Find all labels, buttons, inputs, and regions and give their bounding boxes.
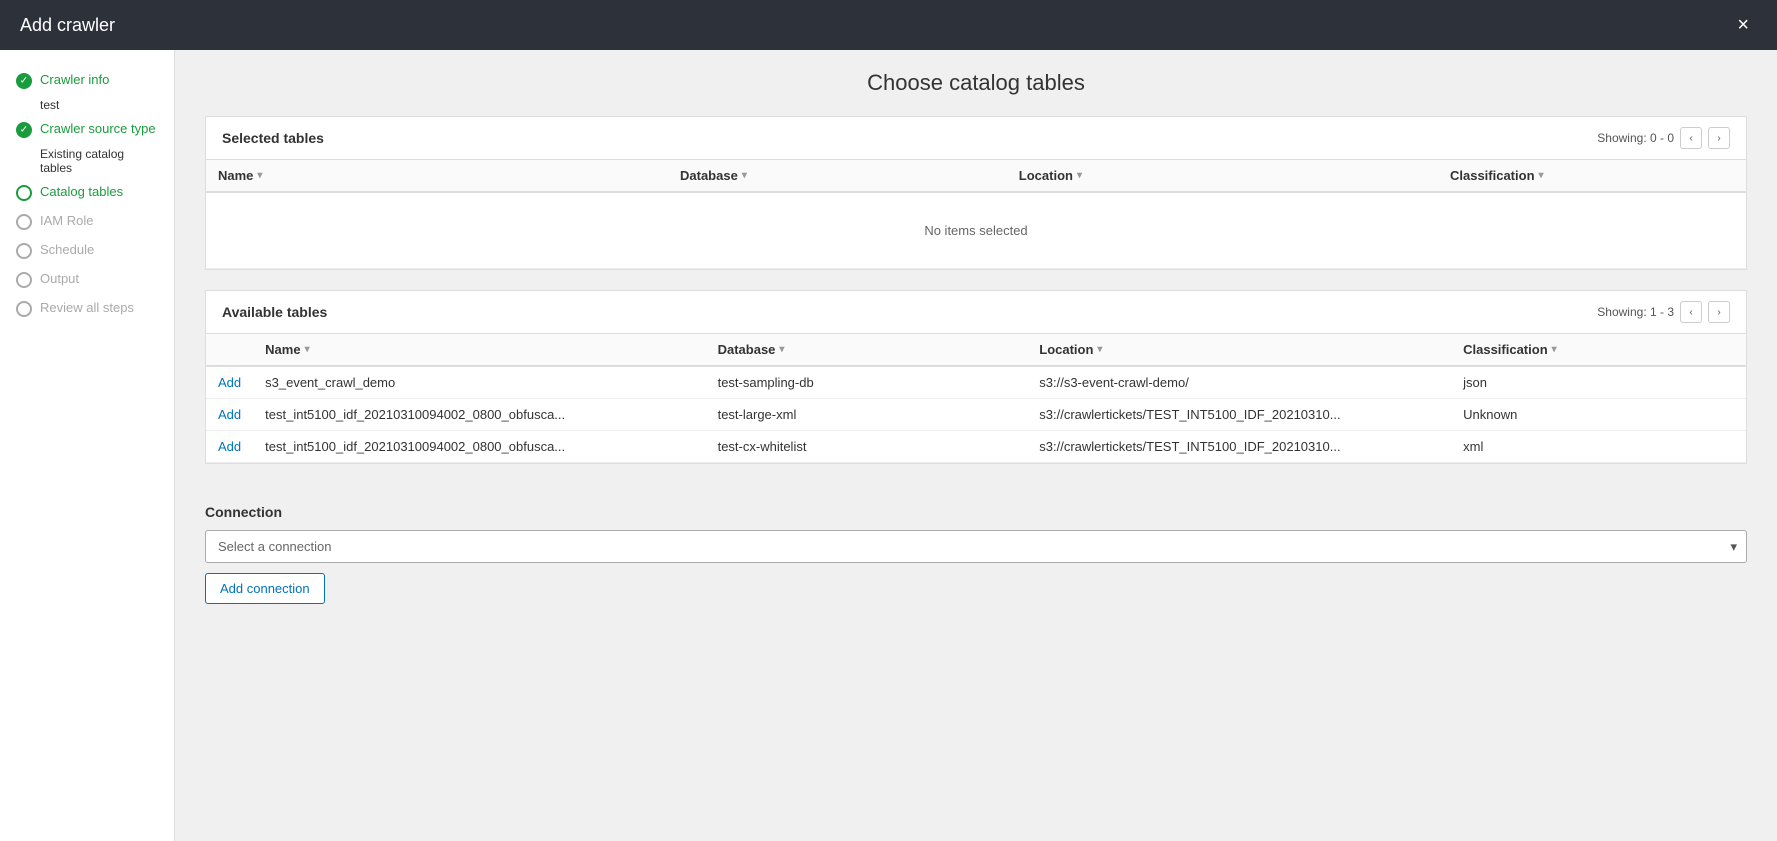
row-name-1: test_int5100_idf_20210310094002_0800_obf… bbox=[253, 399, 705, 431]
sidebar-item-catalog-tables[interactable]: Catalog tables bbox=[0, 178, 174, 207]
selected-col-header-name: Name ▾ bbox=[206, 160, 668, 192]
row-name-0: s3_event_crawl_demo bbox=[253, 366, 705, 399]
selected-tables-header: Selected tables Showing: 0 - 0 ‹ › bbox=[206, 117, 1746, 160]
connection-select[interactable]: Select a connection bbox=[205, 530, 1747, 563]
header: Add crawler × bbox=[0, 0, 1777, 50]
table-row: Add test_int5100_idf_20210310094002_0800… bbox=[206, 399, 1746, 431]
table-row: Add s3_event_crawl_demo test-sampling-db… bbox=[206, 366, 1746, 399]
available-tables-header: Available tables Showing: 1 - 3 ‹ › bbox=[206, 291, 1746, 334]
avail-name-sort-icon: ▾ bbox=[305, 344, 310, 355]
sidebar-label-review-all-steps: Review all steps bbox=[40, 300, 134, 315]
available-tables-prev-button[interactable]: ‹ bbox=[1680, 301, 1702, 323]
circle-icon-schedule bbox=[16, 243, 32, 259]
sidebar-label-crawler-info: Crawler info bbox=[40, 72, 109, 87]
connection-label: Connection bbox=[205, 504, 1747, 520]
circle-icon-iam-role bbox=[16, 214, 32, 230]
selected-tables-next-button[interactable]: › bbox=[1708, 127, 1730, 149]
sidebar-label-schedule: Schedule bbox=[40, 242, 94, 257]
sidebar-item-output[interactable]: Output bbox=[0, 265, 174, 294]
available-tables-title: Available tables bbox=[222, 304, 327, 320]
row-classification-0: json bbox=[1451, 366, 1746, 399]
available-tables-section: Available tables Showing: 1 - 3 ‹ › bbox=[205, 290, 1747, 464]
header-title: Add crawler bbox=[20, 15, 115, 36]
selected-tables-prev-button[interactable]: ‹ bbox=[1680, 127, 1702, 149]
loc-sort-icon: ▾ bbox=[1077, 170, 1082, 181]
row-location-0: s3://s3-event-crawl-demo/ bbox=[1027, 366, 1451, 399]
available-tables-table: Name ▾ Database ▾ bbox=[206, 334, 1746, 463]
sidebar: Crawler info test Crawler source type Ex… bbox=[0, 50, 175, 841]
available-col-header-classification: Classification ▾ bbox=[1451, 334, 1746, 366]
table-row: Add test_int5100_idf_20210310094002_0800… bbox=[206, 431, 1746, 463]
row-database-1: test-large-xml bbox=[706, 399, 1028, 431]
available-tables-next-button[interactable]: › bbox=[1708, 301, 1730, 323]
row-classification-1: Unknown bbox=[1451, 399, 1746, 431]
app-container: Add crawler × Crawler info test Crawler … bbox=[0, 0, 1777, 841]
sidebar-item-review-all-steps[interactable]: Review all steps bbox=[0, 294, 174, 323]
selected-tables-section: Selected tables Showing: 0 - 0 ‹ › Name bbox=[205, 116, 1747, 270]
available-col-header-location: Location ▾ bbox=[1027, 334, 1451, 366]
selected-col-header-database: Database ▾ bbox=[668, 160, 1007, 192]
row-location-1: s3://crawlertickets/TEST_INT5100_IDF_202… bbox=[1027, 399, 1451, 431]
connection-section: Connection Select a connection Add conne… bbox=[205, 484, 1747, 624]
available-col-header-add bbox=[206, 334, 253, 366]
selected-col-header-classification: Classification ▾ bbox=[1438, 160, 1746, 192]
no-items-text: No items selected bbox=[206, 192, 1746, 269]
class-sort-icon: ▾ bbox=[1539, 170, 1544, 181]
row-name-2: test_int5100_idf_20210310094002_0800_obf… bbox=[253, 431, 705, 463]
circle-icon-review-all-steps bbox=[16, 301, 32, 317]
page-title: Choose catalog tables bbox=[205, 70, 1747, 96]
selected-tables-showing-text: Showing: 0 - 0 bbox=[1597, 131, 1674, 145]
available-col-header-database: Database ▾ bbox=[706, 334, 1028, 366]
add-link-row-0[interactable]: Add bbox=[218, 375, 241, 390]
check-circle-icon-crawler-info bbox=[16, 73, 32, 89]
close-button[interactable]: × bbox=[1729, 10, 1757, 41]
selected-tables-showing-area: Showing: 0 - 0 ‹ › bbox=[1597, 127, 1730, 149]
sidebar-label-iam-role: IAM Role bbox=[40, 213, 93, 228]
sidebar-item-iam-role[interactable]: IAM Role bbox=[0, 207, 174, 236]
connection-select-wrapper: Select a connection bbox=[205, 530, 1747, 563]
check-circle-icon-source-type bbox=[16, 122, 32, 138]
add-link-row-2[interactable]: Add bbox=[218, 439, 241, 454]
available-col-header-name: Name ▾ bbox=[253, 334, 705, 366]
avail-db-sort-icon: ▾ bbox=[779, 344, 784, 355]
row-database-0: test-sampling-db bbox=[706, 366, 1028, 399]
sidebar-label-catalog-tables: Catalog tables bbox=[40, 184, 123, 199]
sidebar-item-crawler-info[interactable]: Crawler info bbox=[0, 66, 174, 95]
row-classification-2: xml bbox=[1451, 431, 1746, 463]
avail-loc-sort-icon: ▾ bbox=[1097, 344, 1102, 355]
avail-class-sort-icon: ▾ bbox=[1552, 344, 1557, 355]
selected-tables-title: Selected tables bbox=[222, 130, 324, 146]
content-area: Choose catalog tables Selected tables Sh… bbox=[175, 50, 1777, 841]
selected-col-header-location: Location ▾ bbox=[1007, 160, 1438, 192]
selected-no-items-row: No items selected bbox=[206, 192, 1746, 269]
row-location-2: s3://crawlertickets/TEST_INT5100_IDF_202… bbox=[1027, 431, 1451, 463]
selected-tables-table: Name ▾ Database ▾ bbox=[206, 160, 1746, 269]
sidebar-item-schedule[interactable]: Schedule bbox=[0, 236, 174, 265]
sidebar-sub-crawler-info: test bbox=[0, 95, 174, 115]
row-database-2: test-cx-whitelist bbox=[706, 431, 1028, 463]
circle-icon-output bbox=[16, 272, 32, 288]
add-link-row-1[interactable]: Add bbox=[218, 407, 241, 422]
main-layout: Crawler info test Crawler source type Ex… bbox=[0, 50, 1777, 841]
name-sort-icon: ▾ bbox=[257, 170, 262, 181]
circle-icon-catalog-tables bbox=[16, 185, 32, 201]
sidebar-label-crawler-source-type: Crawler source type bbox=[40, 121, 156, 136]
sidebar-item-crawler-source-type[interactable]: Crawler source type bbox=[0, 115, 174, 144]
sidebar-label-output: Output bbox=[40, 271, 79, 286]
db-sort-icon: ▾ bbox=[742, 170, 747, 181]
available-tables-showing-text: Showing: 1 - 3 bbox=[1597, 305, 1674, 319]
add-connection-button[interactable]: Add connection bbox=[205, 573, 325, 604]
available-tables-showing-area: Showing: 1 - 3 ‹ › bbox=[1597, 301, 1730, 323]
sidebar-sub-crawler-source-type: Existing catalog tables bbox=[0, 144, 174, 178]
